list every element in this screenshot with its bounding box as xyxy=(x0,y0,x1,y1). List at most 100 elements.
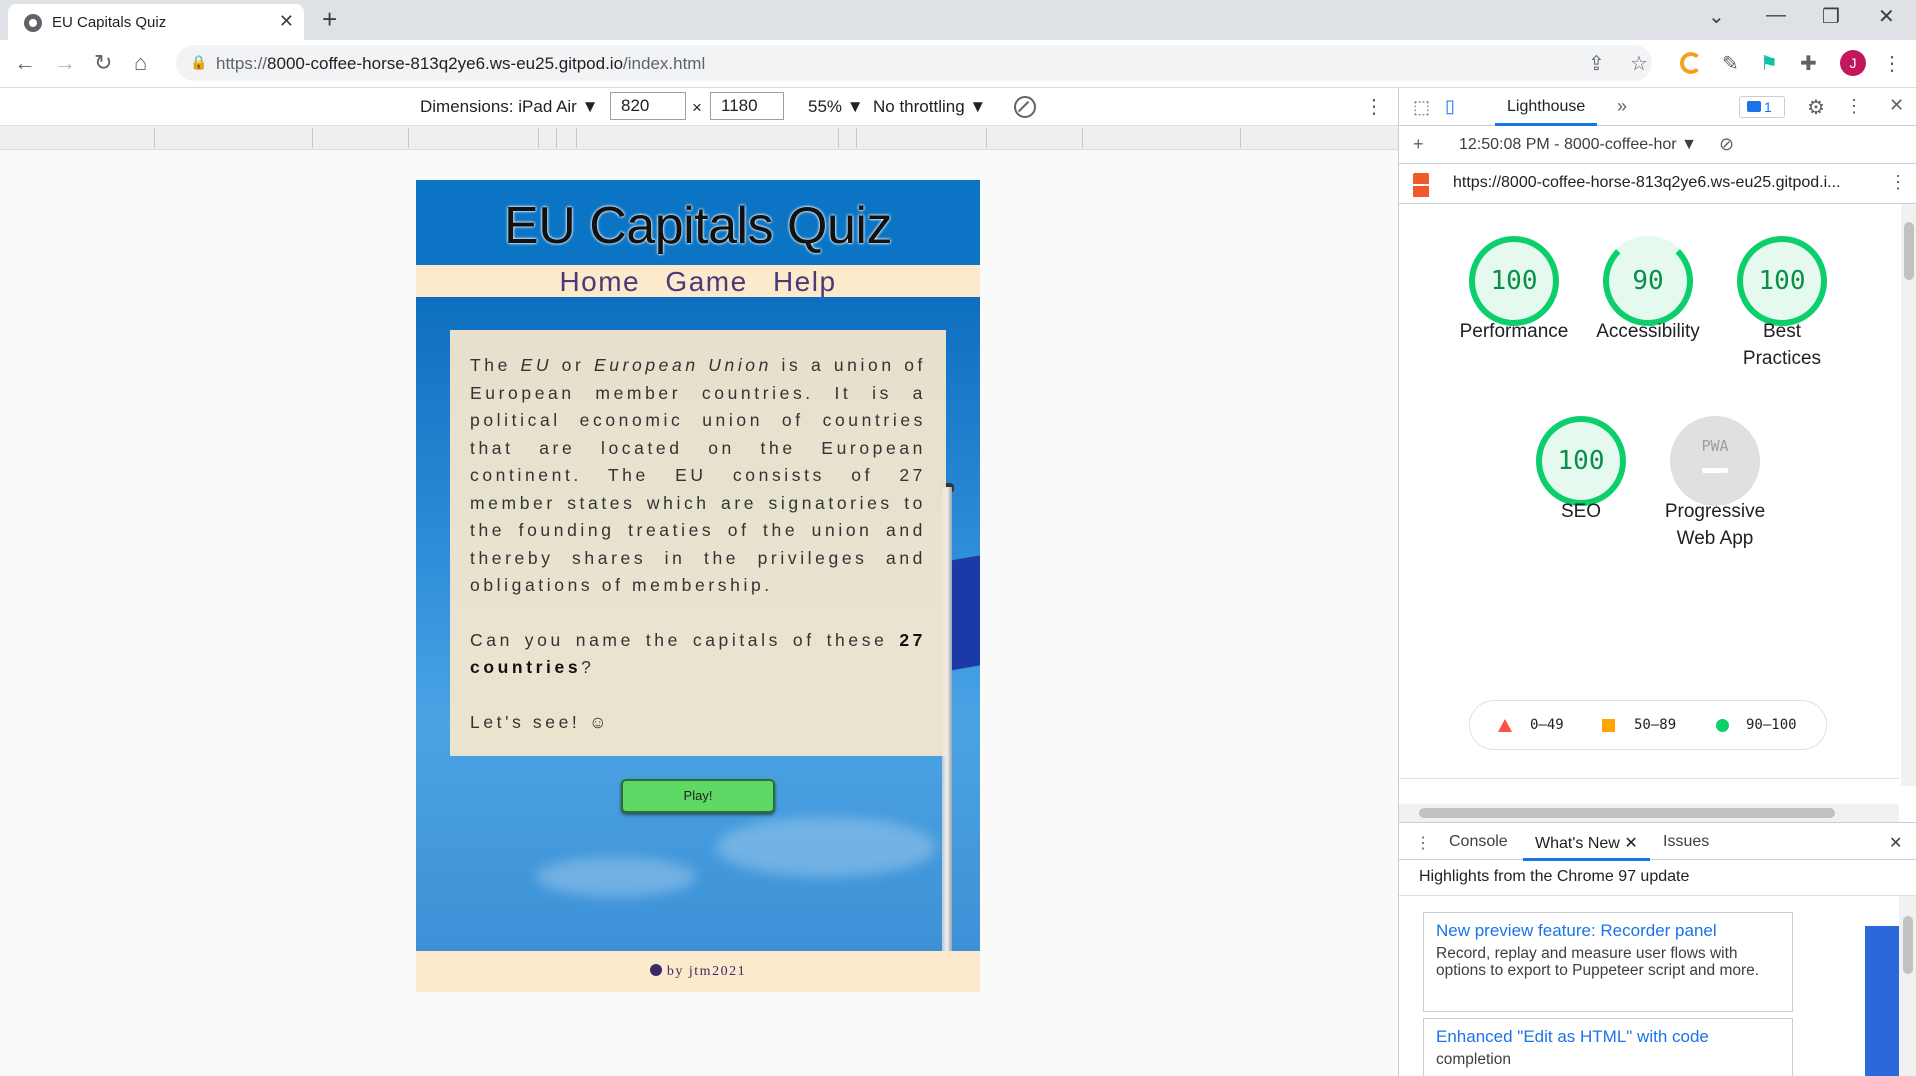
profile-avatar[interactable]: J xyxy=(1840,50,1866,76)
legend-pass: 90–100 xyxy=(1746,717,1797,733)
seo-gauge[interactable]: 100 xyxy=(1536,416,1626,506)
divider xyxy=(1399,778,1899,779)
clear-reports-icon[interactable]: ⊘ xyxy=(1719,134,1734,155)
more-tabs-icon[interactable]: » xyxy=(1617,96,1627,117)
report-url-bar: https://8000-coffee-horse-813q2ye6.ws-eu… xyxy=(1399,164,1916,204)
feature-title[interactable]: Enhanced "Edit as HTML" with code xyxy=(1436,1027,1780,1047)
tab-strip: EU Capitals Quiz ✕ + ⌄ — ❐ ✕ xyxy=(0,0,1916,40)
dimension-times: × xyxy=(692,98,702,117)
close-devtools-icon[interactable]: ✕ xyxy=(1889,95,1904,116)
bookmark-star-icon[interactable]: ☆ xyxy=(1630,51,1648,76)
performance-gauge[interactable]: 100 xyxy=(1469,236,1559,326)
media-query-ruler[interactable] xyxy=(0,126,1398,150)
issues-badge[interactable]: 1 xyxy=(1739,96,1785,118)
lock-icon[interactable]: 🔒 xyxy=(190,54,207,71)
new-report-icon[interactable]: + xyxy=(1413,134,1424,155)
tab-console[interactable]: Console xyxy=(1449,833,1508,851)
extensions-puzzle-icon[interactable]: ✚ xyxy=(1800,51,1817,76)
pwa-gauge[interactable]: PWA xyxy=(1670,416,1760,506)
best-practices-gauge[interactable]: 100 xyxy=(1737,236,1827,326)
address-bar[interactable]: 🔒 https://8000-coffee-horse-813q2ye6.ws-… xyxy=(176,45,1652,81)
devtools-tabbar: ⬚ ▯ Lighthouse » 1 ⚙ ⋮ ✕ xyxy=(1399,88,1916,126)
feature-card-recorder[interactable]: New preview feature: Recorder panel Reco… xyxy=(1423,912,1793,1012)
lighthouse-scores: 100 Performance 90 Accessibility 100 Bes… xyxy=(1399,204,1899,786)
accessibility-gauge[interactable]: 90 xyxy=(1603,236,1693,326)
score-legend: 0–49 50–89 90–100 xyxy=(1469,700,1827,750)
lets-see-text: Let's see! ☺ xyxy=(470,711,611,732)
throttling-select[interactable]: No throttling ▼ xyxy=(873,97,986,117)
device-toolbar: Dimensions: iPad Air ▼ × 55% ▼ No thrott… xyxy=(0,88,1398,126)
site-footer: by jtm2021 xyxy=(416,951,980,992)
fail-triangle-icon xyxy=(1498,719,1512,732)
tab-issues[interactable]: Issues xyxy=(1663,833,1709,851)
nav-home-link[interactable]: Home xyxy=(559,266,640,297)
eu-flag-image xyxy=(952,549,980,671)
site-nav: Home Game Help xyxy=(416,265,980,297)
feature-card-edit-html[interactable]: Enhanced "Edit as HTML" with code comple… xyxy=(1423,1018,1793,1076)
feature-title[interactable]: New preview feature: Recorder panel xyxy=(1436,921,1780,941)
close-drawer-icon[interactable]: ✕ xyxy=(1889,833,1902,853)
play-button[interactable]: Play! xyxy=(621,779,775,813)
device-select[interactable]: Dimensions: iPad Air ▼ xyxy=(420,97,598,117)
nav-help-link[interactable]: Help xyxy=(773,266,837,297)
close-window-icon[interactable]: ✕ xyxy=(1878,4,1895,29)
question-paragraph: Can you name the capitals of these 27 co… xyxy=(470,629,926,678)
tab-title: EU Capitals Quiz xyxy=(52,14,167,31)
feature-description: completion xyxy=(1436,1051,1511,1068)
tab-search-icon[interactable]: ⌄ xyxy=(1708,4,1725,29)
share-icon[interactable]: ⇪ xyxy=(1588,51,1605,76)
height-input[interactable] xyxy=(710,92,784,120)
devtools-menu-icon[interactable]: ⋮ xyxy=(1845,96,1863,117)
close-whats-new-icon[interactable]: ✕ xyxy=(1624,835,1637,852)
intro-paragraph: The EU or European Union is a union of E… xyxy=(470,355,927,595)
report-select[interactable]: 12:50:08 PM - 8000-coffee-hor ▼ xyxy=(1459,136,1697,154)
chrome-menu-icon[interactable]: ⋮ xyxy=(1882,51,1902,76)
drawer-menu-icon[interactable]: ⋮ xyxy=(1415,833,1431,853)
quiz-page: EU Capitals Quiz Home Game Help The EU o… xyxy=(416,180,980,992)
site-title: EU Capitals Quiz xyxy=(504,197,892,255)
lighthouse-logo-icon xyxy=(1413,173,1429,197)
settings-gear-icon[interactable]: ⚙ xyxy=(1807,95,1825,120)
whats-new-heading: Highlights from the Chrome 97 update xyxy=(1399,860,1916,896)
reload-icon[interactable]: ↻ xyxy=(94,50,112,76)
device-more-icon[interactable]: ⋮ xyxy=(1364,94,1384,119)
legend-average: 50–89 xyxy=(1634,717,1677,733)
extension-icon[interactable]: ⚑ xyxy=(1760,51,1778,76)
grammar-extension-icon[interactable] xyxy=(1680,52,1702,74)
eyedropper-extension-icon[interactable]: ✎ xyxy=(1722,51,1739,76)
rotate-icon[interactable] xyxy=(1014,96,1036,118)
zoom-select[interactable]: 55% ▼ xyxy=(808,97,864,117)
pwa-dash-icon xyxy=(1702,468,1728,473)
report-horizontal-scrollbar[interactable] xyxy=(1399,804,1899,822)
performance-label: Performance xyxy=(1459,321,1569,342)
browser-tab[interactable]: EU Capitals Quiz ✕ xyxy=(8,4,304,40)
url-text: https://8000-coffee-horse-813q2ye6.ws-eu… xyxy=(216,54,706,73)
report-menu-icon[interactable]: ⋮ xyxy=(1889,172,1907,193)
drawer-tabbar: ⋮ Console What's New ✕ Issues ✕ xyxy=(1399,822,1916,861)
back-icon[interactable]: ← xyxy=(14,50,36,76)
forward-icon[interactable]: → xyxy=(54,50,76,76)
whats-new-scrollbar[interactable] xyxy=(1899,896,1916,1076)
close-tab-icon[interactable]: ✕ xyxy=(279,11,294,32)
device-toggle-icon[interactable]: ▯ xyxy=(1445,96,1455,117)
feature-description: Record, replay and measure user flows wi… xyxy=(1436,945,1760,979)
nav-game-link[interactable]: Game xyxy=(665,266,747,297)
tab-whats-new[interactable]: What's New ✕ xyxy=(1523,823,1650,861)
legend-fail: 0–49 xyxy=(1530,717,1564,733)
inspect-element-icon[interactable]: ⬚ xyxy=(1413,97,1430,118)
intro-card: The EU or European Union is a union of E… xyxy=(450,330,946,756)
devtools-panel: ⬚ ▯ Lighthouse » 1 ⚙ ⋮ ✕ + 12:50:08 PM -… xyxy=(1398,88,1916,1076)
browser-toolbar: ← → ↻ ⌂ 🔒 https://8000-coffee-horse-813q… xyxy=(0,40,1916,88)
report-url[interactable]: https://8000-coffee-horse-813q2ye6.ws-eu… xyxy=(1453,174,1841,192)
restore-icon[interactable]: ❐ xyxy=(1822,4,1840,29)
home-icon[interactable]: ⌂ xyxy=(134,50,147,76)
best-practices-label: Best Practices xyxy=(1742,321,1822,369)
report-vertical-scrollbar[interactable] xyxy=(1901,204,1916,786)
minimize-icon[interactable]: — xyxy=(1766,4,1786,27)
new-tab-button[interactable]: + xyxy=(322,4,337,35)
tab-lighthouse[interactable]: Lighthouse xyxy=(1495,88,1598,126)
width-input[interactable] xyxy=(610,92,686,120)
seo-label: SEO xyxy=(1560,501,1602,522)
pwa-label: Progressive Web App xyxy=(1664,501,1766,549)
facebook-icon[interactable] xyxy=(649,964,662,976)
